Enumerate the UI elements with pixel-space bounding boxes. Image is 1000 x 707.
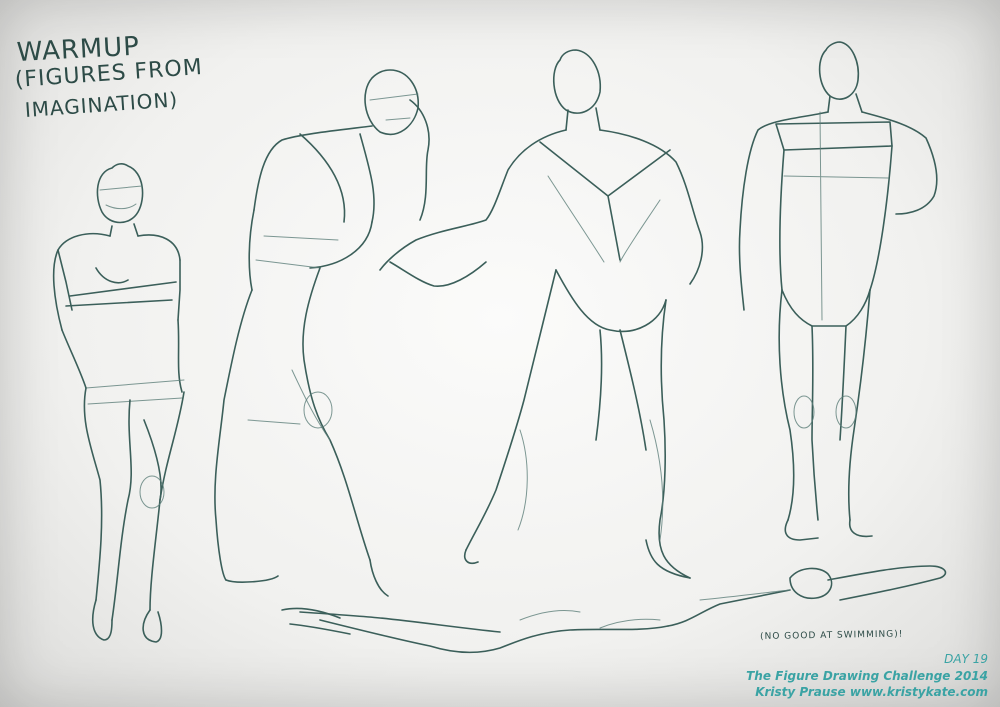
author-credit: Kristy Prause www.kristykate.com [755, 685, 988, 699]
figure-standing-man [738, 41, 938, 541]
challenge-title: The Figure Drawing Challenge 2014 [746, 669, 988, 683]
day-label: DAY 19 [944, 652, 988, 666]
figure-bending-woman [214, 69, 430, 597]
figure-standing-woman [52, 163, 185, 643]
